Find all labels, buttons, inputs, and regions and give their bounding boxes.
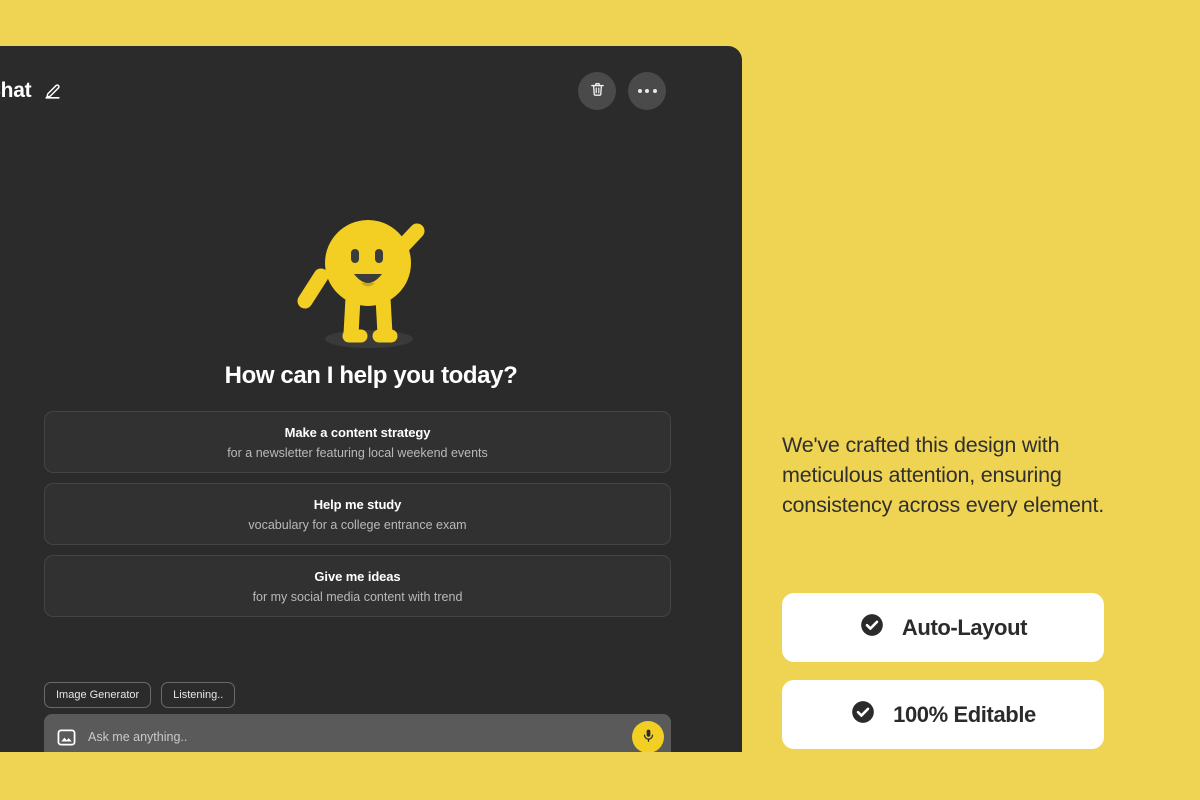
image-picture-icon[interactable] (56, 727, 77, 748)
chip-image-generator[interactable]: Image Generator (44, 682, 152, 708)
feature-card-editable[interactable]: 100% Editable (782, 680, 1104, 749)
feature-label: 100% Editable (893, 701, 1036, 727)
suggestion-card[interactable]: Help me study vocabulary for a college e… (44, 483, 671, 545)
chip-row: Image Generator Listening.. (44, 682, 236, 708)
feature-card-list: Auto-Layout 100% Editable (782, 593, 1104, 749)
suggestion-title: Make a content strategy (284, 424, 431, 440)
suggestion-title: Help me study (313, 496, 402, 512)
suggestion-list: Make a content strategy for a newsletter… (44, 411, 671, 617)
page-title: New Chat (0, 79, 32, 102)
chat-panel: New Chat (0, 46, 742, 752)
feature-label: Auto-Layout (901, 614, 1028, 640)
message-input-bar[interactable] (44, 714, 671, 752)
chat-panel-content: New Chat (0, 46, 742, 752)
suggestion-card[interactable]: Make a content strategy for a newsletter… (44, 411, 671, 473)
suggestion-title: Give me ideas (314, 568, 401, 584)
feature-card-auto-layout[interactable]: Auto-Layout (782, 593, 1104, 662)
pencil-edit-icon[interactable] (43, 82, 62, 101)
chat-header: New Chat (0, 46, 742, 146)
search-input[interactable] (88, 730, 632, 744)
promo-panel: We've crafted this design with meticulou… (782, 430, 1112, 749)
chat-title-group: New Chat (0, 79, 62, 103)
mascot-illustration (0, 206, 742, 354)
chip-listening[interactable]: Listening.. (161, 682, 236, 708)
promo-headline: We've crafted this design with meticulou… (782, 433, 1105, 517)
delete-chat-button[interactable] (578, 72, 616, 110)
bubble-mascot-waving-icon (297, 220, 425, 348)
suggestion-card[interactable]: Give me ideas for my social media conten… (44, 555, 671, 617)
suggestion-subtitle: for a newsletter featuring local weekend… (227, 445, 488, 460)
microphone-icon (641, 728, 656, 746)
suggestion-subtitle: vocabulary for a college entrance exam (248, 517, 467, 532)
trash-icon (589, 81, 606, 101)
greeting-heading: How can I help you today? (224, 362, 518, 389)
suggestion-subtitle: for my social media content with trend (252, 589, 463, 604)
check-circle-icon (859, 612, 885, 643)
ellipsis-horizontal-icon (637, 89, 657, 93)
more-options-button[interactable] (628, 72, 666, 110)
microphone-button[interactable] (632, 721, 664, 752)
check-circle-icon (850, 699, 876, 730)
